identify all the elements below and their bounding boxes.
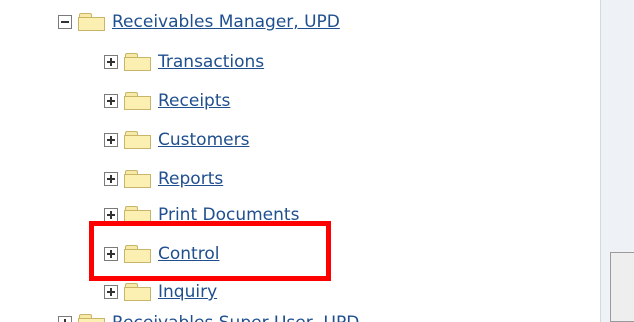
tree-node-label[interactable]: Receivables Super User, UPD: [112, 313, 359, 322]
tree-node-transactions[interactable]: Transactions: [104, 47, 264, 77]
tree-node-reports[interactable]: Reports: [104, 164, 223, 194]
expand-toggle-icon[interactable]: [104, 133, 118, 147]
tree-node-next-root[interactable]: Receivables Super User, UPD: [58, 308, 359, 322]
expand-toggle-icon[interactable]: [104, 208, 118, 222]
folder-icon: [124, 91, 152, 111]
tree-node-label[interactable]: Customers: [158, 130, 249, 150]
highlight-box: [89, 221, 331, 281]
expand-toggle-icon[interactable]: [58, 316, 72, 322]
folder-icon: [78, 313, 106, 322]
navigator-panel: Receivables Manager, UPD Transactions Re…: [0, 0, 634, 322]
expand-toggle-icon[interactable]: [104, 94, 118, 108]
tree-node-receipts[interactable]: Receipts: [104, 86, 230, 116]
folder-icon: [124, 282, 152, 302]
expand-toggle-icon[interactable]: [104, 285, 118, 299]
tree-node-root[interactable]: Receivables Manager, UPD: [58, 7, 340, 37]
expand-toggle-icon[interactable]: [104, 55, 118, 69]
tree-node-customers[interactable]: Customers: [104, 125, 249, 155]
tree-node-label[interactable]: Transactions: [158, 52, 264, 72]
folder-icon: [124, 130, 152, 150]
tree-node-label[interactable]: Receipts: [158, 91, 230, 111]
tree-node-label[interactable]: Reports: [158, 169, 223, 189]
tree-node-inquiry[interactable]: Inquiry: [104, 277, 217, 307]
folder-icon: [124, 52, 152, 72]
tree-node-label[interactable]: Receivables Manager, UPD: [112, 12, 340, 32]
tree-node-label[interactable]: Inquiry: [158, 282, 217, 302]
scrollbar-thumb[interactable]: [610, 252, 634, 322]
expand-toggle-icon[interactable]: [104, 172, 118, 186]
folder-icon: [78, 12, 106, 32]
folder-icon: [124, 169, 152, 189]
collapse-toggle-icon[interactable]: [58, 15, 72, 29]
